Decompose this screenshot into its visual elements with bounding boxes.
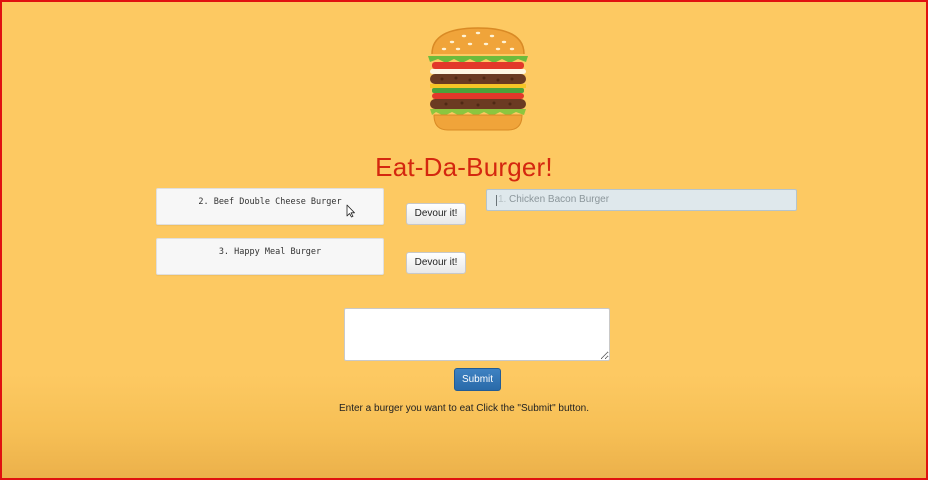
devoured-burger-item: 1. Chicken Bacon Burger [486, 189, 797, 211]
hamburger-icon [428, 27, 528, 131]
mouse-pointer-icon [346, 204, 355, 218]
devour-button[interactable]: Devour it! [406, 203, 466, 225]
submit-button[interactable]: Submit [454, 368, 501, 391]
text-caret [496, 195, 497, 206]
devour-button[interactable]: Devour it! [406, 252, 466, 274]
page-title: Eat-Da-Burger! [375, 152, 553, 182]
burger-name-textarea[interactable] [344, 308, 610, 361]
page: { "app": { "title": "Eat-Da-Burger!", "l… [0, 0, 928, 480]
burger-item: 3. Happy Meal Burger [156, 238, 384, 275]
devoured-label: Chicken Bacon Burger [509, 194, 610, 205]
instructions-text: Enter a burger you want to eat Click the… [338, 403, 589, 414]
devoured-number: 1. [498, 194, 507, 205]
